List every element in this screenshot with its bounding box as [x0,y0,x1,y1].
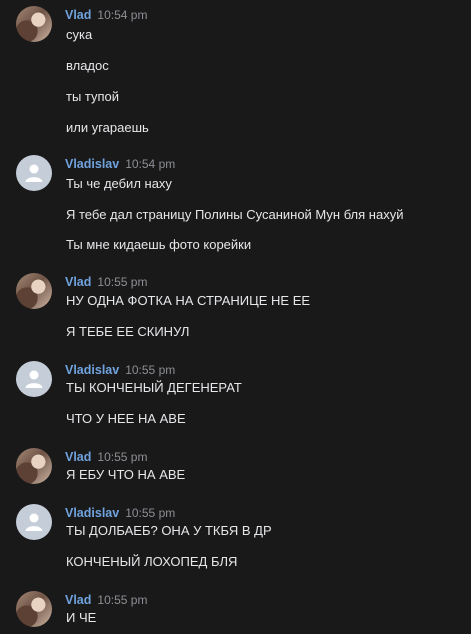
message-text: сука [66,27,93,42]
timestamp: 10:55 pm [97,450,148,464]
message-text: Ты че дебил наху [66,176,172,191]
message-text: ТЫ КОНЧЕНЫЙ ДЕГЕНЕРАТ [66,380,242,395]
timestamp: 10:55 pm [125,363,176,377]
message-header: Vlad 10:54 pm [65,6,147,24]
message-text: Я ТЕБЕ ЕЕ СКИНУЛ [66,324,190,339]
timestamp: 10:54 pm [97,8,148,22]
message-text: И ЧЕ [66,610,97,625]
message-text: Я тебе дал страницу Полины Сусаниной Мун… [66,207,404,222]
message-text: Ты мне кидаешь фото корейки [66,237,252,252]
message-text: КОНЧЕНЫЙ ЛОХОПЕД БЛЯ [66,554,238,569]
message-header: Vladislav 10:55 pm [65,504,175,522]
message-header: Vladislav 10:55 pm [65,361,175,379]
author-name[interactable]: Vladislav [65,157,119,171]
message-header: Vlad 10:55 pm [65,591,147,609]
chat-history: Vlad 10:54 pm сука владос ты тупой или уг… [0,0,471,634]
avatar[interactable] [16,448,52,484]
message-header: Vlad 10:55 pm [65,273,147,291]
default-user-icon [25,164,43,182]
default-user-icon [25,370,43,388]
author-name[interactable]: Vladislav [65,506,119,520]
timestamp: 10:54 pm [125,157,176,171]
message-text: владос [66,58,109,73]
author-name[interactable]: Vlad [65,275,91,289]
message-text: или угараешь [66,120,149,135]
message-text: ты тупой [66,89,120,104]
message-text: ТЫ ДОЛБАЕБ? ОНА У ТКБЯ В ДР [66,523,272,538]
avatar[interactable] [16,591,52,627]
avatar[interactable] [16,504,52,540]
author-name[interactable]: Vladislav [65,363,119,377]
timestamp: 10:55 pm [97,593,148,607]
message-text: Я ЕБУ ЧТО НА АВЕ [66,467,186,482]
author-name[interactable]: Vlad [65,593,91,607]
message-header: Vladislav 10:54 pm [65,155,175,173]
avatar[interactable] [16,6,52,42]
timestamp: 10:55 pm [125,506,176,520]
default-user-icon [25,513,43,531]
author-name[interactable]: Vlad [65,450,91,464]
avatar[interactable] [16,155,52,191]
author-name[interactable]: Vlad [65,8,91,22]
message-text: НУ ОДНА ФОТКА НА СТРАНИЦЕ НЕ ЕЕ [66,293,311,308]
timestamp: 10:55 pm [97,275,148,289]
message-text: ЧТО У НЕЕ НА АВЕ [66,411,186,426]
avatar[interactable] [16,361,52,397]
avatar[interactable] [16,273,52,309]
message-header: Vlad 10:55 pm [65,448,147,466]
